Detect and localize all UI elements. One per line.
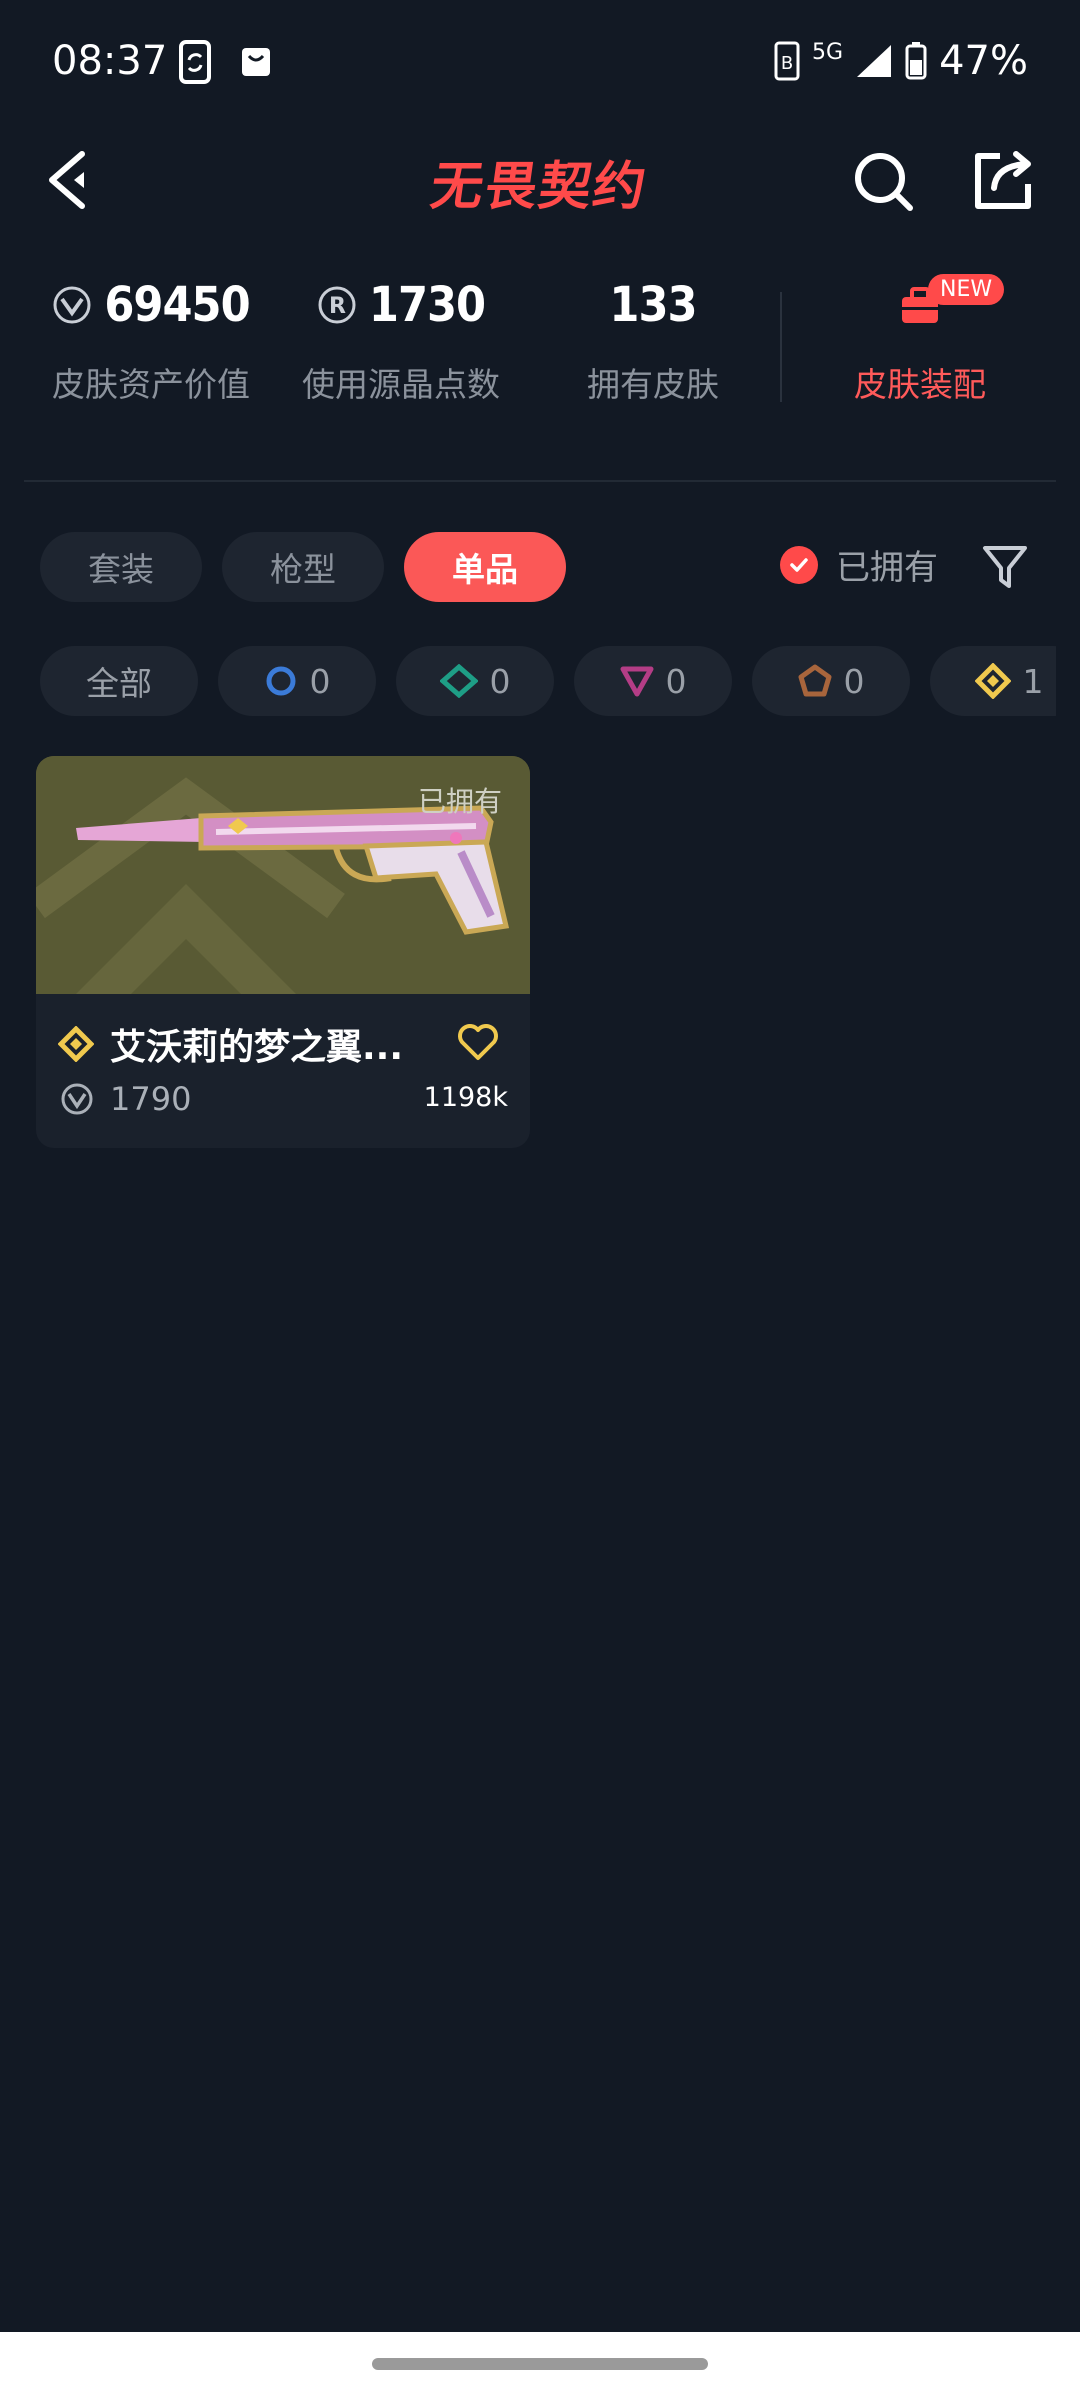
stat-value: 69450 xyxy=(104,277,250,333)
stat-label: 使用源晶点数 xyxy=(302,365,500,404)
status-time: 08:37 xyxy=(52,38,168,84)
network-label: 5G xyxy=(812,40,844,65)
premium-tier-icon xyxy=(620,666,653,697)
phone-sync-icon xyxy=(179,40,211,84)
battery-percent: 47% xyxy=(939,38,1028,84)
skin-name: 艾沃莉的梦之翼... xyxy=(110,1027,404,1068)
tab-single-item[interactable]: 单品 xyxy=(404,532,566,602)
skin-likes: 1198k xyxy=(423,1082,508,1113)
skin-name-row: 艾沃莉的梦之翼... xyxy=(58,1018,403,1070)
valorant-points-icon xyxy=(53,286,91,324)
system-nav-bar xyxy=(0,2332,1080,2400)
skin-loadout-button[interactable]: NEW 皮肤装配 xyxy=(820,270,1020,406)
header: 无畏契约 xyxy=(0,130,1080,230)
sim-icon: B xyxy=(774,41,800,81)
stat-label: 拥有皮肤 xyxy=(587,365,719,404)
chip-ultra-tier[interactable]: 0 xyxy=(752,646,910,716)
new-badge: NEW xyxy=(928,274,1005,305)
app-logo-title: 无畏契约 xyxy=(426,157,652,217)
ultra-tier-icon xyxy=(798,664,831,697)
skin-image: 已拥有 xyxy=(36,756,530,994)
svg-text:R: R xyxy=(329,294,346,319)
tab-weapon-type[interactable]: 枪型 xyxy=(222,532,384,602)
check-circle-icon xyxy=(780,545,818,584)
status-right: B 5G 47% xyxy=(774,38,1028,84)
chip-label: 全部 xyxy=(86,664,152,703)
exclusive-tier-icon xyxy=(974,663,1011,699)
chip-count: 1 xyxy=(1022,661,1044,701)
stat-asset-value: 69450 皮肤资产价值 xyxy=(26,270,276,406)
stat-owned-skins: 133 拥有皮肤 xyxy=(528,270,778,406)
radianite-icon: R xyxy=(318,286,356,324)
owned-filter-label: 已拥有 xyxy=(836,548,938,588)
status-bar: 08:37 B 5G 47% xyxy=(0,0,1080,120)
category-tabs: 套装 枪型 单品 xyxy=(40,532,566,602)
heart-icon[interactable] xyxy=(456,1022,500,1062)
stat-label: 皮肤资产价值 xyxy=(52,365,250,404)
valorant-points-icon xyxy=(61,1083,93,1115)
share-button[interactable] xyxy=(970,148,1036,214)
chip-all[interactable]: 全部 xyxy=(40,646,198,716)
stat-radianite: R 1730 使用源晶点数 xyxy=(276,270,526,406)
stat-value: 133 xyxy=(609,277,697,333)
skin-price: 1790 xyxy=(110,1080,192,1118)
owned-filter-toggle[interactable]: 已拥有 xyxy=(780,540,938,589)
filter-button[interactable] xyxy=(980,542,1030,592)
deluxe-tier-icon xyxy=(439,664,478,698)
chip-exclusive-tier[interactable]: 1 xyxy=(930,646,1056,716)
rarity-chips: 全部 0 0 0 0 1 xyxy=(40,646,1056,716)
chip-deluxe-tier[interactable]: 0 xyxy=(396,646,554,716)
skin-card[interactable]: 已拥有 艾沃莉的梦之翼... 1790 1198k xyxy=(36,756,530,1148)
signal-icon xyxy=(857,45,892,77)
stat-value: 1730 xyxy=(368,277,486,333)
stats-divider xyxy=(780,292,782,402)
battery-icon xyxy=(905,42,927,80)
section-divider xyxy=(24,480,1056,482)
tab-bundle[interactable]: 套装 xyxy=(40,532,202,602)
chip-select-tier[interactable]: 0 xyxy=(218,646,376,716)
shopping-bag-icon xyxy=(242,48,270,76)
chip-count: 0 xyxy=(665,661,687,701)
skin-price-row: 1790 xyxy=(60,1080,191,1118)
search-button[interactable] xyxy=(850,148,916,214)
chip-premium-tier[interactable]: 0 xyxy=(574,646,732,716)
exclusive-tier-icon xyxy=(58,1026,94,1062)
chip-count: 0 xyxy=(309,661,331,701)
owned-tag: 已拥有 xyxy=(417,785,502,818)
chip-count: 0 xyxy=(843,661,865,701)
svg-text:B: B xyxy=(781,53,793,74)
home-indicator[interactable] xyxy=(372,2358,708,2370)
stats-panel: 69450 皮肤资产价值 R 1730 使用源晶点数 133 拥有皮肤 NEW xyxy=(0,270,1080,440)
chip-count: 0 xyxy=(489,661,511,701)
skin-loadout-label: 皮肤装配 xyxy=(854,365,986,404)
select-tier-icon xyxy=(266,666,295,696)
